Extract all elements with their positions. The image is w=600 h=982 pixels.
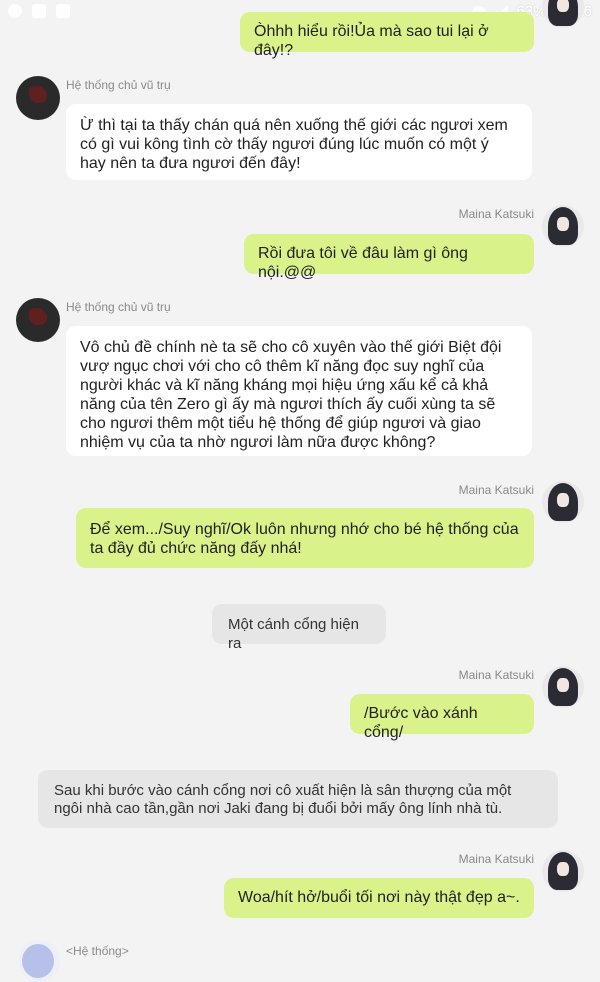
message-bubble[interactable]: Để xem.../Suy nghĩ/Ok luôn nhưng nhớ cho… (76, 508, 534, 568)
avatar[interactable] (16, 76, 60, 120)
narration-bubble: Một cánh cổng hiện ra (212, 604, 386, 652)
message-bubble[interactable]: Vô chủ đề chính nè ta sẽ cho cô xuyên và… (66, 326, 532, 456)
sender-name: Hệ thống chủ vũ trụ (66, 78, 171, 92)
sender-name: Maina Katsuki (458, 668, 534, 682)
avatar[interactable] (542, 666, 584, 708)
sender-name: Maina Katsuki (458, 207, 534, 221)
sender-name: Hệ thống chủ vũ trụ (66, 300, 171, 314)
app-icon (32, 4, 46, 18)
avatar[interactable] (16, 298, 60, 342)
message-bubble[interactable]: Woa/hít hở/buổi tối nơi này thật đẹp a~. (224, 878, 534, 918)
sender-name: Maina Katsuki (458, 852, 534, 866)
message-bubble[interactable]: /Bước vào xánh cổng/ (350, 694, 534, 741)
narration-bubble: Sau khi bước vào cánh cổng nơi cô xuất h… (38, 770, 558, 828)
status-icons-left (8, 4, 70, 18)
message-bubble[interactable]: Ừ thì tại ta thấy chán quá nên xuống thế… (66, 104, 532, 180)
avatar[interactable] (542, 850, 584, 892)
notification-icon (8, 4, 22, 18)
sender-name: <Hệ thống> (66, 944, 129, 958)
avatar[interactable] (542, 205, 584, 247)
message-bubble[interactable]: Rồi đưa tôi về đâu làm gì ông nội.@@ (244, 234, 534, 281)
image-icon (56, 4, 70, 18)
sender-name: Maina Katsuki (458, 483, 534, 497)
avatar[interactable] (18, 940, 60, 982)
avatar[interactable] (542, 481, 584, 523)
message-bubble[interactable]: Òhhh hiểu rồi!Ủa mà sao tui lại ở đây!? (240, 12, 534, 59)
